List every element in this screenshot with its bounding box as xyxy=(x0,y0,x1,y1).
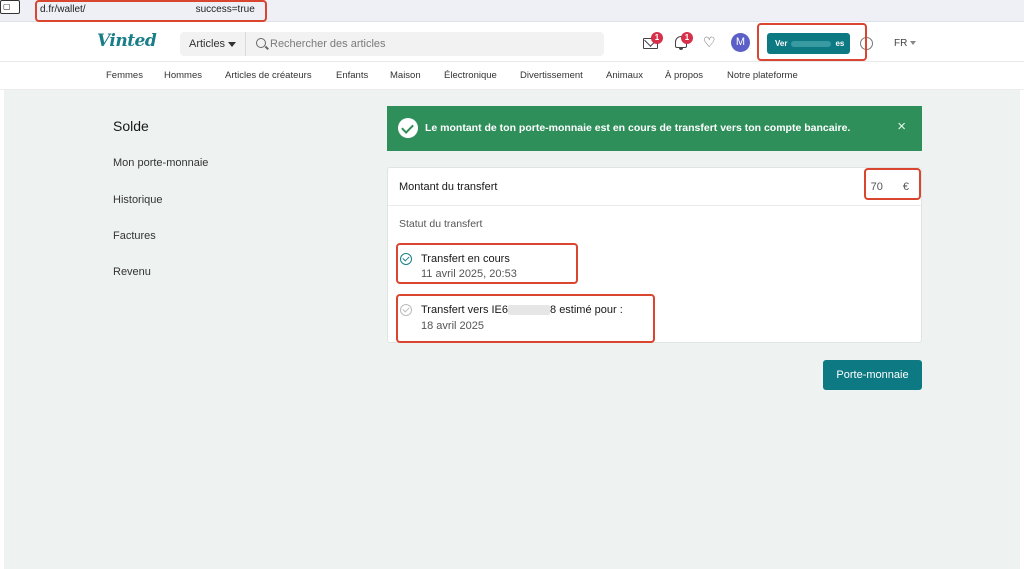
language-select[interactable]: FR xyxy=(894,38,917,49)
chevron-down-icon xyxy=(910,41,917,46)
nav-item-enfants[interactable]: Enfants xyxy=(336,70,368,81)
nav-item-electronique[interactable]: Électronique xyxy=(444,70,497,81)
tab-icon: ▢ xyxy=(0,0,20,14)
step-title: Transfert vers IE6 8 estimé pour : xyxy=(421,304,623,316)
status-label: Statut du transfert xyxy=(399,218,483,230)
category-nav: Femmes Hommes Articles de créateurs Enfa… xyxy=(0,62,1024,90)
check-circle-icon xyxy=(400,253,412,265)
help-icon[interactable] xyxy=(860,37,873,50)
amount-label: Montant du transfert xyxy=(399,181,498,193)
search-category-select[interactable]: Articles xyxy=(180,32,246,56)
favorites-icon[interactable]: ♡ xyxy=(703,33,716,51)
transfer-card: Montant du transfert 70 € Statut du trans… xyxy=(387,167,922,343)
inbox-badge: 1 xyxy=(651,32,663,44)
nav-item-plateforme[interactable]: Notre plateforme xyxy=(727,70,798,81)
step-date: 18 avril 2025 xyxy=(421,320,484,332)
banner-message: Le montant de ton porte-monnaie est en c… xyxy=(425,122,851,134)
address-bar[interactable]: ▢ d.fr/wallet/success=true xyxy=(0,0,1024,22)
check-circle-icon xyxy=(398,118,418,138)
transfer-amount-row: Montant du transfert 70 € xyxy=(388,168,921,206)
sell-button[interactable]: Ver es xyxy=(767,33,850,54)
nav-item-hommes[interactable]: Hommes xyxy=(164,70,202,81)
notifications-badge: 1 xyxy=(681,32,693,44)
sidebar-item-historique[interactable]: Historique xyxy=(113,194,163,206)
sidebar-item-porte-monnaie[interactable]: Mon porte-monnaie xyxy=(113,157,208,169)
pending-circle-icon xyxy=(400,304,412,316)
sidebar-item-factures[interactable]: Factures xyxy=(113,230,156,242)
amount-value: 70 € xyxy=(870,181,909,193)
wallet-button[interactable]: Porte-monnaie xyxy=(823,360,922,390)
success-banner: Le montant de ton porte-monnaie est en c… xyxy=(387,106,922,151)
address-url: d.fr/wallet/success=true xyxy=(40,4,255,15)
nav-item-divertissement[interactable]: Divertissement xyxy=(520,70,583,81)
sidebar-item-revenu[interactable]: Revenu xyxy=(113,266,151,278)
nav-item-a-propos[interactable]: À propos xyxy=(665,70,703,81)
search-input[interactable] xyxy=(270,32,590,56)
avatar[interactable]: M xyxy=(731,33,750,52)
close-icon[interactable]: × xyxy=(897,119,906,135)
nav-item-maison[interactable]: Maison xyxy=(390,70,421,81)
chevron-down-icon xyxy=(228,41,237,47)
vinted-logo[interactable]: Vinted xyxy=(97,31,157,51)
search-bar: Articles xyxy=(180,32,604,56)
page-title: Solde xyxy=(113,118,149,134)
header: Vinted Articles 1 1 ♡ M Veres FR xyxy=(0,22,1024,62)
step-date: 11 avril 2025, 20:53 xyxy=(421,268,517,280)
nav-item-femmes[interactable]: Femmes xyxy=(106,70,143,81)
nav-item-createurs[interactable]: Articles de créateurs xyxy=(225,70,312,81)
step-title: Transfert en cours xyxy=(421,253,510,265)
nav-item-animaux[interactable]: Animaux xyxy=(606,70,643,81)
search-icon xyxy=(256,38,266,48)
